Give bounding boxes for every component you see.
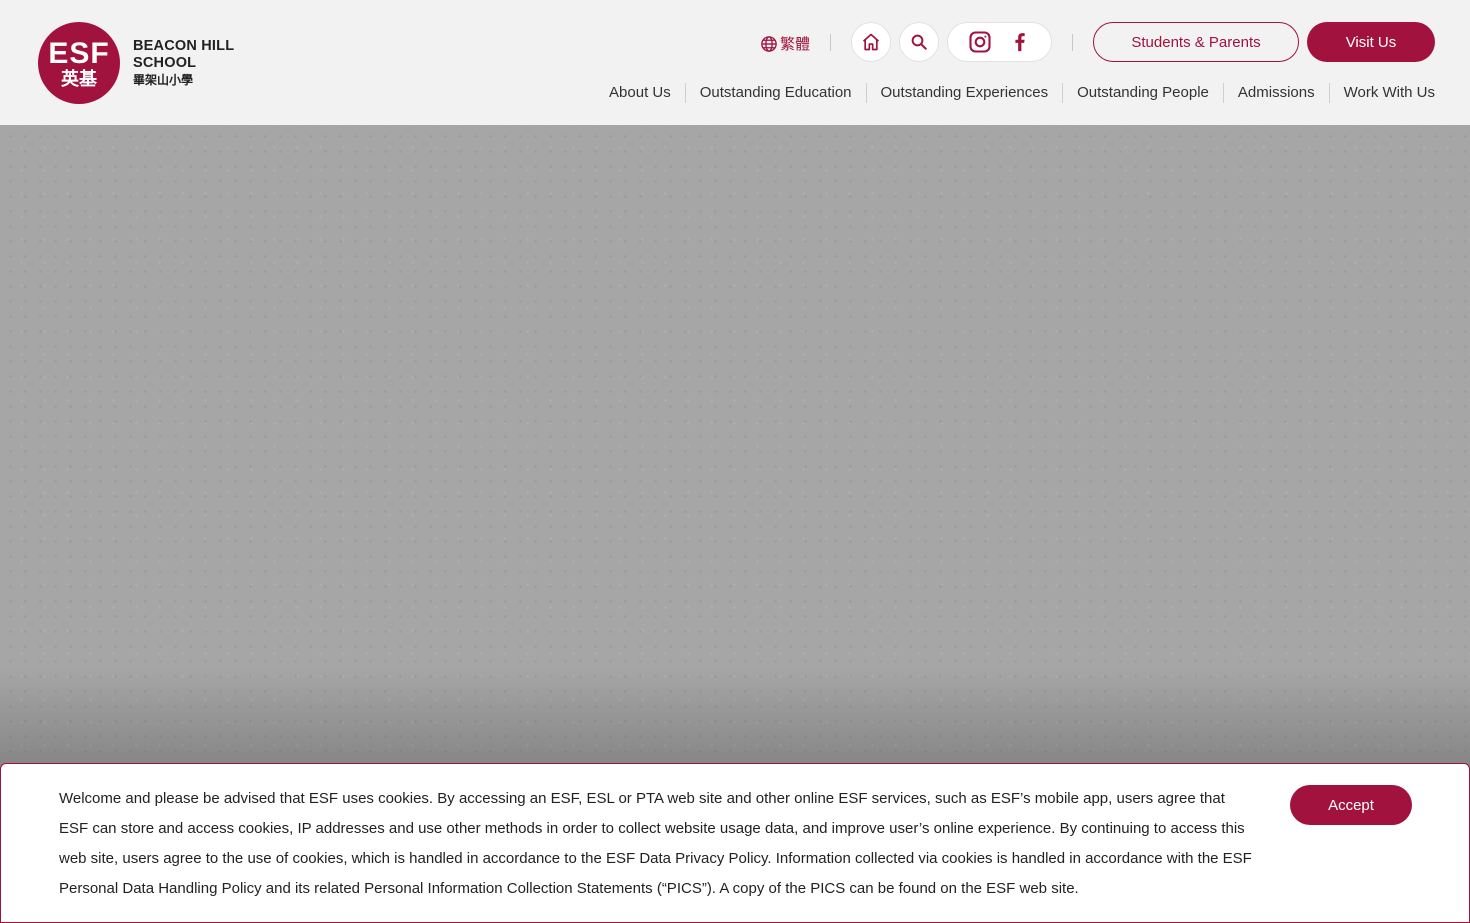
school-logo[interactable]: ESF 英基 BEACON HILL SCHOOL 畢架山小學 [38,22,234,104]
nav-work-with-us[interactable]: Work With Us [1328,83,1435,103]
language-label: 繁體 [780,35,811,53]
social-links [947,22,1052,62]
globe-icon [761,35,777,52]
home-button[interactable] [851,22,891,62]
school-name-chinese: 畢架山小學 [133,72,194,87]
logo-chinese-text: 英基 [61,69,97,90]
divider [830,34,831,51]
school-name-line1: BEACON HILL [133,38,235,55]
cookie-message: Welcome and please be advised that ESF u… [59,790,1252,897]
nav-outstanding-people[interactable]: Outstanding People [1062,83,1223,103]
nav-outstanding-education[interactable]: Outstanding Education [684,83,866,103]
school-name: BEACON HILL SCHOOL 畢架山小學 [133,38,234,87]
nav-about-us[interactable]: About Us [595,83,685,103]
facebook-icon [1015,33,1025,52]
visit-us-button[interactable]: Visit Us [1307,22,1435,62]
logo-esf-text: ESF [48,37,110,70]
cookie-banner: Welcome and please be advised that ESF u… [0,763,1470,923]
site-header: ESF 英基 BEACON HILL SCHOOL 畢架山小學 繁體 Stude… [0,0,1470,125]
main-nav: About Us Outstanding Education Outstandi… [595,83,1435,103]
search-button[interactable] [899,22,939,62]
esf-logo-badge: ESF 英基 [38,22,120,104]
students-parents-button[interactable]: Students & Parents [1093,22,1299,62]
language-switch[interactable]: 繁體 [760,33,810,54]
home-icon [862,33,880,51]
nav-admissions[interactable]: Admissions [1222,83,1329,103]
nav-outstanding-experiences[interactable]: Outstanding Experiences [865,83,1063,103]
instagram-icon [969,31,991,53]
instagram-link[interactable] [968,30,992,54]
divider [1072,34,1073,51]
search-icon [911,34,927,50]
facebook-link[interactable] [1009,30,1031,54]
cookie-accept-button[interactable]: Accept [1290,785,1412,825]
school-name-line2: SCHOOL [133,55,197,72]
